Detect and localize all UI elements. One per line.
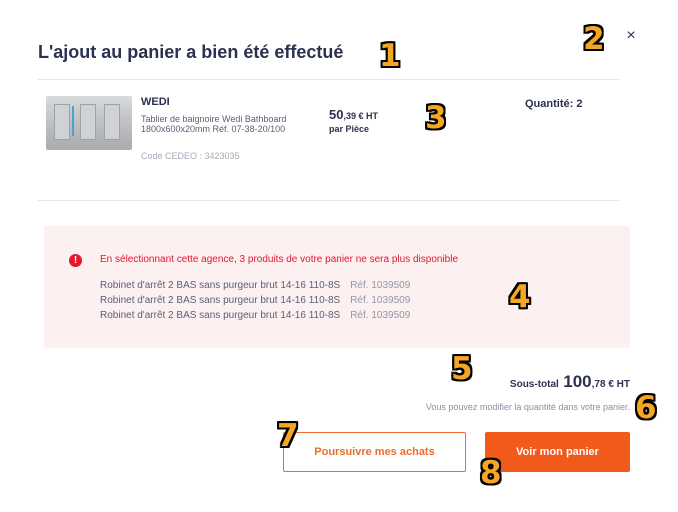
availability-alert: ! En sélectionnant cette agence, 3 produ… bbox=[44, 226, 630, 348]
item-ref: Réf. 1039509 bbox=[350, 310, 411, 321]
divider-bottom bbox=[38, 200, 620, 201]
marker-7: 7 bbox=[277, 418, 299, 454]
item-ref: Réf. 1039509 bbox=[350, 295, 411, 306]
product-brand: WEDI bbox=[141, 96, 170, 108]
subtotal-label: Sous-total bbox=[509, 379, 559, 390]
item-ref: Réf. 1039509 bbox=[350, 280, 411, 291]
divider-top bbox=[38, 79, 620, 80]
marker-4: 4 bbox=[509, 279, 531, 315]
product-description: Tablier de baignoire Wedi Bathboard 1800… bbox=[141, 114, 287, 134]
view-cart-button[interactable]: Voir mon panier bbox=[485, 432, 630, 472]
marker-5: 5 bbox=[451, 351, 473, 387]
item-name: Robinet d'arrêt 2 BAS sans purgeur brut … bbox=[100, 295, 341, 306]
continue-shopping-button[interactable]: Poursuivre mes achats bbox=[283, 432, 466, 472]
item-name: Robinet d'arrêt 2 BAS sans purgeur brut … bbox=[100, 310, 341, 321]
marker-8: 8 bbox=[480, 455, 502, 491]
subtotal-integer: 100 bbox=[563, 372, 592, 391]
price-unit: par Pièce bbox=[329, 124, 370, 134]
product-code: Code CEDEO : 3423035 bbox=[141, 151, 240, 161]
marker-1: 1 bbox=[379, 38, 401, 74]
price-decimal: ,39 € HT bbox=[343, 111, 378, 121]
marker-6: 6 bbox=[635, 390, 657, 426]
product-quantity: Quantité: 2 bbox=[525, 98, 583, 110]
list-item: Robinet d'arrêt 2 BAS sans purgeur brut … bbox=[100, 308, 410, 323]
quantity-hint: Vous pouvez modifier la quantité dans vo… bbox=[425, 402, 630, 412]
product-image bbox=[46, 96, 132, 150]
marker-2: 2 bbox=[583, 21, 605, 57]
alert-icon: ! bbox=[69, 254, 82, 267]
item-name: Robinet d'arrêt 2 BAS sans purgeur brut … bbox=[100, 280, 341, 291]
list-item: Robinet d'arrêt 2 BAS sans purgeur brut … bbox=[100, 293, 410, 308]
close-icon[interactable]: × bbox=[623, 28, 639, 44]
price-integer: 50 bbox=[329, 107, 344, 122]
subtotal: Sous-total 100,78 € HT bbox=[510, 372, 630, 392]
marker-3: 3 bbox=[425, 100, 447, 136]
unavailable-items-list: Robinet d'arrêt 2 BAS sans purgeur brut … bbox=[100, 278, 410, 323]
product-price: 50,39 € HT bbox=[329, 106, 378, 124]
alert-message: En sélectionnant cette agence, 3 produit… bbox=[100, 254, 459, 265]
subtotal-decimal: ,78 € HT bbox=[591, 379, 630, 390]
add-to-cart-modal: L'ajout au panier a bien été effectué × … bbox=[0, 0, 678, 512]
modal-title: L'ajout au panier a bien été effectué bbox=[38, 42, 344, 62]
list-item: Robinet d'arrêt 2 BAS sans purgeur brut … bbox=[100, 278, 410, 293]
